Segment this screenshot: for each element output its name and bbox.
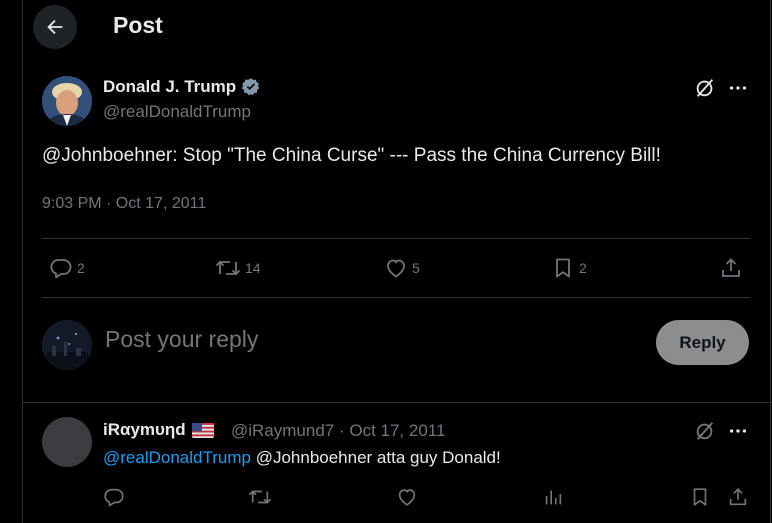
reply-grok-button[interactable] [694, 420, 716, 442]
grok-button[interactable] [694, 77, 716, 99]
reply-author-handle[interactable]: @iRaymund7 · Oct 17, 2011 [231, 421, 445, 441]
arrow-left-icon [47, 19, 63, 35]
author-avatar[interactable] [42, 76, 92, 126]
reply-more-options-button[interactable] [727, 420, 749, 442]
reply-author-name[interactable]: iRαymυηd [103, 420, 214, 440]
reply-icon [104, 488, 124, 507]
analytics-icon [545, 490, 562, 505]
more-icon [729, 429, 747, 433]
us-flag-icon [191, 422, 214, 438]
more-options-button[interactable] [727, 77, 749, 99]
repost-action-button[interactable]: 14 [215, 256, 261, 280]
post-detail-column: Post Donald J. Trump @realDonaldTrump @J… [22, 0, 772, 523]
page-title: Post [113, 12, 163, 38]
reply-count: 2 [77, 260, 85, 276]
bookmark-icon [556, 258, 570, 278]
repost-icon [215, 260, 241, 276]
reply-author-name-text: iRαymυηd [103, 420, 186, 439]
divider [23, 402, 772, 403]
share-action-button[interactable] [719, 256, 743, 280]
bookmark-count: 2 [579, 260, 587, 276]
reply-reply-button[interactable] [103, 486, 125, 508]
current-user-avatar[interactable] [42, 320, 92, 370]
heart-icon [387, 259, 405, 278]
share-icon [729, 488, 747, 506]
divider [42, 297, 750, 298]
repost-icon [248, 490, 272, 504]
bookmark-icon [693, 488, 707, 506]
like-action-button[interactable]: 5 [384, 256, 420, 280]
reply-repost-button[interactable] [248, 486, 272, 508]
verified-badge-icon [242, 78, 260, 96]
reply-author-avatar[interactable] [42, 417, 92, 467]
post-timestamp[interactable]: 9:03 PM · Oct 17, 2011 [42, 195, 206, 213]
reply-bookmark-button[interactable] [689, 486, 711, 508]
repost-count: 14 [245, 260, 261, 276]
reply-views-button[interactable] [542, 486, 564, 508]
avatar-image [42, 320, 92, 370]
author-handle[interactable]: @realDonaldTrump [103, 102, 251, 122]
heart-icon [398, 489, 416, 506]
more-icon [729, 86, 747, 90]
reply-like-button[interactable] [396, 486, 418, 508]
author-name-text: Donald J. Trump [103, 77, 237, 96]
reply-text: @realDonaldTrump @Johnboehner atta guy D… [103, 448, 501, 468]
bookmark-action-button[interactable]: 2 [551, 256, 587, 280]
reply-share-button[interactable] [727, 486, 749, 508]
divider [42, 238, 750, 239]
reply-body-text: @Johnboehner atta guy Donald! [250, 448, 501, 467]
like-count: 5 [412, 260, 420, 276]
reply-action-button[interactable]: 2 [49, 256, 85, 280]
back-button[interactable] [33, 5, 77, 49]
reply-input[interactable]: Post your reply [105, 326, 258, 353]
mention-link[interactable]: @realDonaldTrump [103, 448, 251, 467]
reply-button[interactable]: Reply [656, 320, 749, 365]
author-name[interactable]: Donald J. Trump [103, 77, 261, 97]
avatar-image [42, 76, 92, 126]
reply-icon [50, 259, 72, 279]
grok-icon [696, 79, 714, 97]
grok-icon [696, 422, 714, 440]
share-icon [722, 258, 740, 277]
post-text: @Johnboehner: Stop "The China Curse" ---… [42, 145, 661, 166]
